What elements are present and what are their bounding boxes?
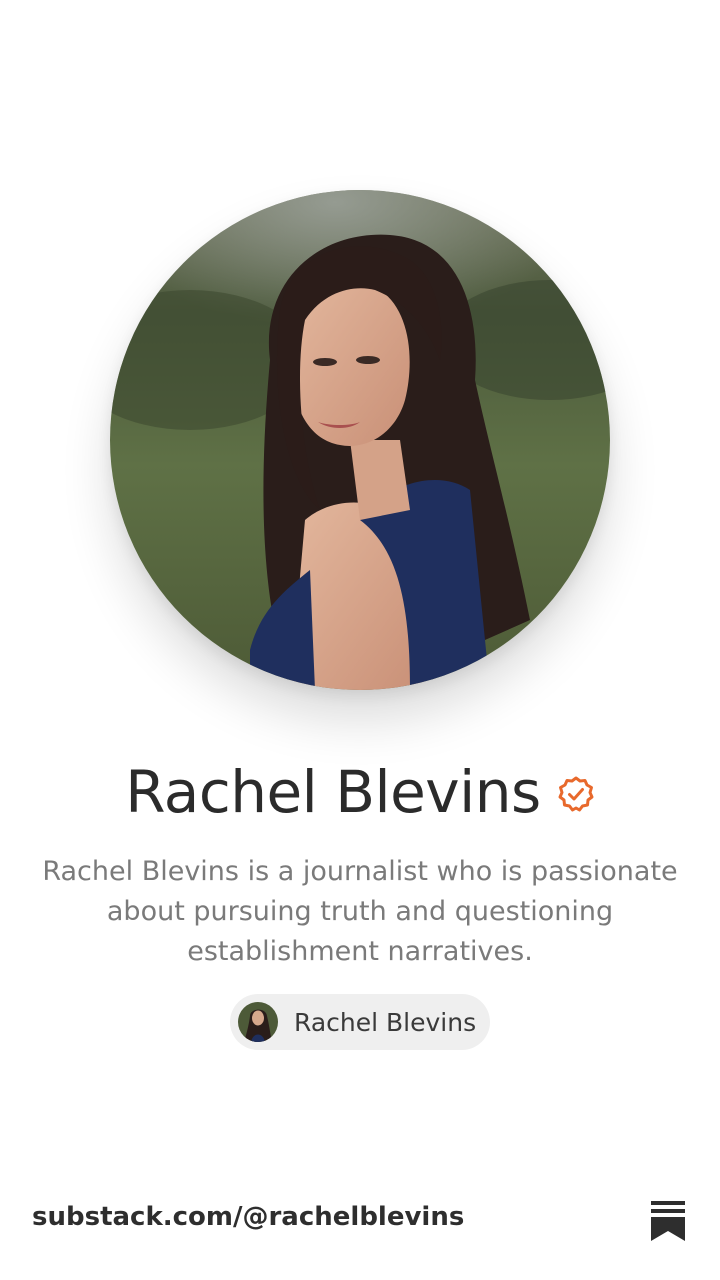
profile-bio: Rachel Blevins is a journalist who is pa… <box>42 856 678 967</box>
profile-url[interactable]: substack.com/@rachelblevins <box>32 1202 464 1232</box>
author-chip[interactable]: Rachel Blevins <box>230 994 490 1050</box>
profile-page: Rachel Blevins Rachel Blevins is a journ… <box>0 0 720 1280</box>
substack-bookmark-icon[interactable] <box>651 1201 685 1241</box>
author-avatar <box>238 1002 278 1042</box>
profile-name: Rachel Blevins <box>125 758 541 826</box>
verified-badge-icon <box>558 776 594 812</box>
name-row: Rachel Blevins <box>0 752 720 832</box>
profile-photo <box>110 190 610 690</box>
author-chip-label: Rachel Blevins <box>294 1007 477 1037</box>
